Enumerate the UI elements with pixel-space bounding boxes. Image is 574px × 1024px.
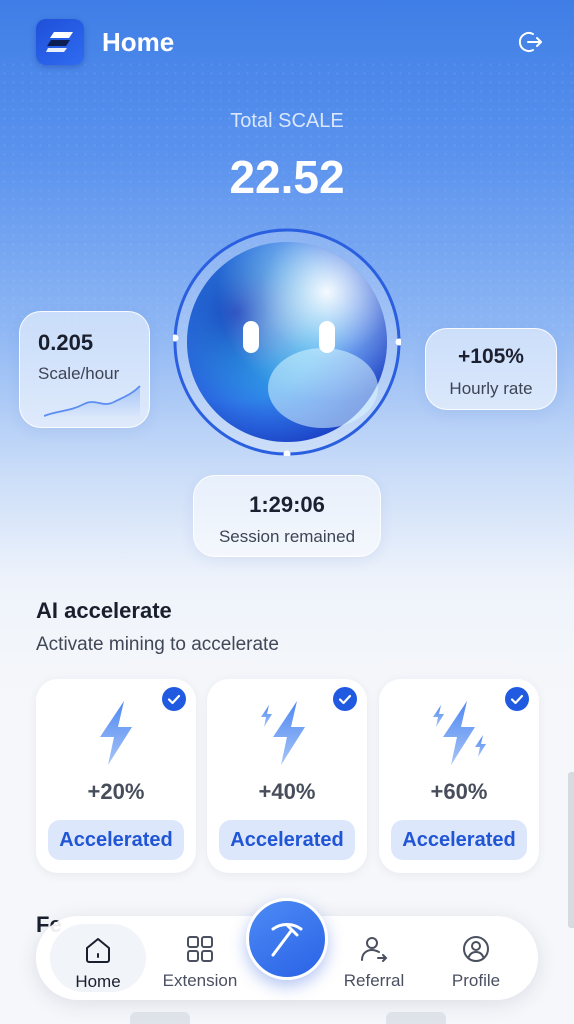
home-icon (86, 938, 110, 963)
grid-icon (187, 936, 213, 962)
hourly-rate-label: Hourly rate (449, 379, 533, 398)
referral-icon (361, 937, 388, 962)
bolt-triple-icon (433, 701, 486, 765)
hourly-rate-value: +105% (458, 345, 524, 368)
scale-logo-icon (36, 19, 84, 65)
accelerator-percent: +20% (87, 779, 145, 804)
mining-rate-unit: Scale/hour (38, 364, 120, 383)
profile-icon (463, 936, 489, 962)
bolt-single-icon (100, 701, 132, 765)
nav-profile-label: Profile (451, 971, 501, 990)
nav-referral[interactable]: Referral (326, 916, 422, 1000)
mining-rate-card: 0.205 Scale/hour (19, 311, 150, 428)
session-card: 1:29:06 Session remained (193, 475, 381, 557)
session-timer: 1:29:06 (249, 492, 325, 517)
nav-extension-label: Extension (162, 971, 238, 990)
page-title: Home (102, 26, 175, 57)
hourly-rate-card: +105% Hourly rate (425, 328, 557, 410)
check-icon (162, 687, 186, 711)
accelerator-card[interactable]: +40% Accelerated (207, 679, 367, 873)
nav-home-label: Home (75, 972, 121, 991)
logout-icon[interactable] (516, 28, 544, 56)
section-title: AI accelerate (36, 598, 172, 623)
nav-profile[interactable]: Profile (428, 916, 524, 1000)
scrollbar[interactable] (568, 772, 574, 928)
accelerated-button[interactable]: Accelerated (48, 820, 184, 860)
accelerator-percent: +40% (258, 779, 316, 804)
session-label: Session remained (218, 527, 356, 546)
header: Home (36, 18, 544, 66)
mining-rate-value: 0.205 (38, 330, 94, 355)
accelerator-percent: +60% (430, 779, 488, 804)
total-label: Total SCALE (230, 110, 344, 132)
bolt-double-icon (261, 701, 305, 765)
sparkline-icon (44, 385, 141, 418)
mine-button[interactable] (246, 898, 328, 980)
nav-home[interactable]: Home (50, 924, 146, 992)
mining-orb[interactable] (171, 228, 403, 458)
check-icon (333, 687, 357, 711)
scroll-peek-item (130, 1012, 190, 1024)
accelerated-button[interactable]: Accelerated (219, 820, 355, 860)
nav-extension[interactable]: Extension (152, 916, 248, 1000)
scroll-peek-item (386, 1012, 446, 1024)
accelerator-card[interactable]: +20% Accelerated (36, 679, 196, 873)
pickaxe-icon (271, 923, 303, 957)
total-value: 22.52 (229, 151, 345, 203)
nav-referral-label: Referral (343, 971, 405, 990)
accelerator-card[interactable]: +60% Accelerated (379, 679, 539, 873)
section-subtitle: Activate mining to accelerate (36, 634, 279, 655)
check-icon (505, 687, 529, 711)
accelerated-button[interactable]: Accelerated (391, 820, 527, 860)
